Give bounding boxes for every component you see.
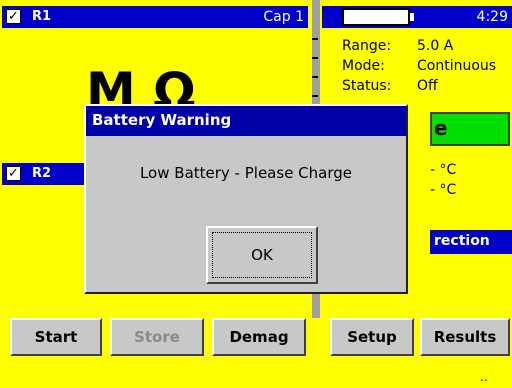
ok-button[interactable]: OK [206,226,318,284]
battery-terminal [410,13,414,21]
battery-warning-dialog: Battery Warning Low Battery - Please Cha… [84,104,408,294]
ok-focus-rect: OK [212,232,312,278]
scale-tick [312,95,318,97]
start-button[interactable]: Start [10,318,102,356]
scale-tick [312,38,318,40]
ok-label: OK [251,246,273,264]
direction-label: rection [434,233,490,249]
r2-label: R2 [32,166,52,181]
right-header: 4:29 [322,6,512,28]
range-label: Range: [342,38,392,54]
scale-tick [312,76,318,78]
footer-dots: .. [480,370,488,384]
dialog-titlebar: Battery Warning [86,106,406,136]
clock-time: 4:29 [476,9,508,25]
r1-checkbox[interactable]: ✓ [6,9,21,24]
status-label: Status: [342,78,392,94]
scale-tick [312,57,318,59]
r1-label: R1 [32,9,52,24]
cap-label: Cap 1 [263,9,304,25]
green-action-button[interactable]: e [430,112,510,146]
temp1-value: - °C [430,162,457,178]
temp2-value: - °C [430,182,457,198]
range-value: 5.0 A [417,38,454,54]
results-button[interactable]: Results [420,318,510,356]
green-button-label: e [434,116,448,140]
channel-r1-header: ✓ R1 Cap 1 [2,6,308,28]
mode-value: Continuous [417,58,497,74]
channel-r2-header: ✓ R2 [2,163,92,185]
battery-icon [342,8,410,26]
store-button[interactable]: Store [110,318,204,356]
r2-checkbox[interactable]: ✓ [6,166,21,181]
dialog-title: Battery Warning [92,111,232,129]
status-value: Off [417,78,438,94]
direction-bar[interactable]: rection [430,230,512,254]
demag-button[interactable]: Demag [212,318,306,356]
dialog-message: Low Battery - Please Charge [139,164,353,182]
setup-button[interactable]: Setup [330,318,414,356]
mode-label: Mode: [342,58,385,74]
